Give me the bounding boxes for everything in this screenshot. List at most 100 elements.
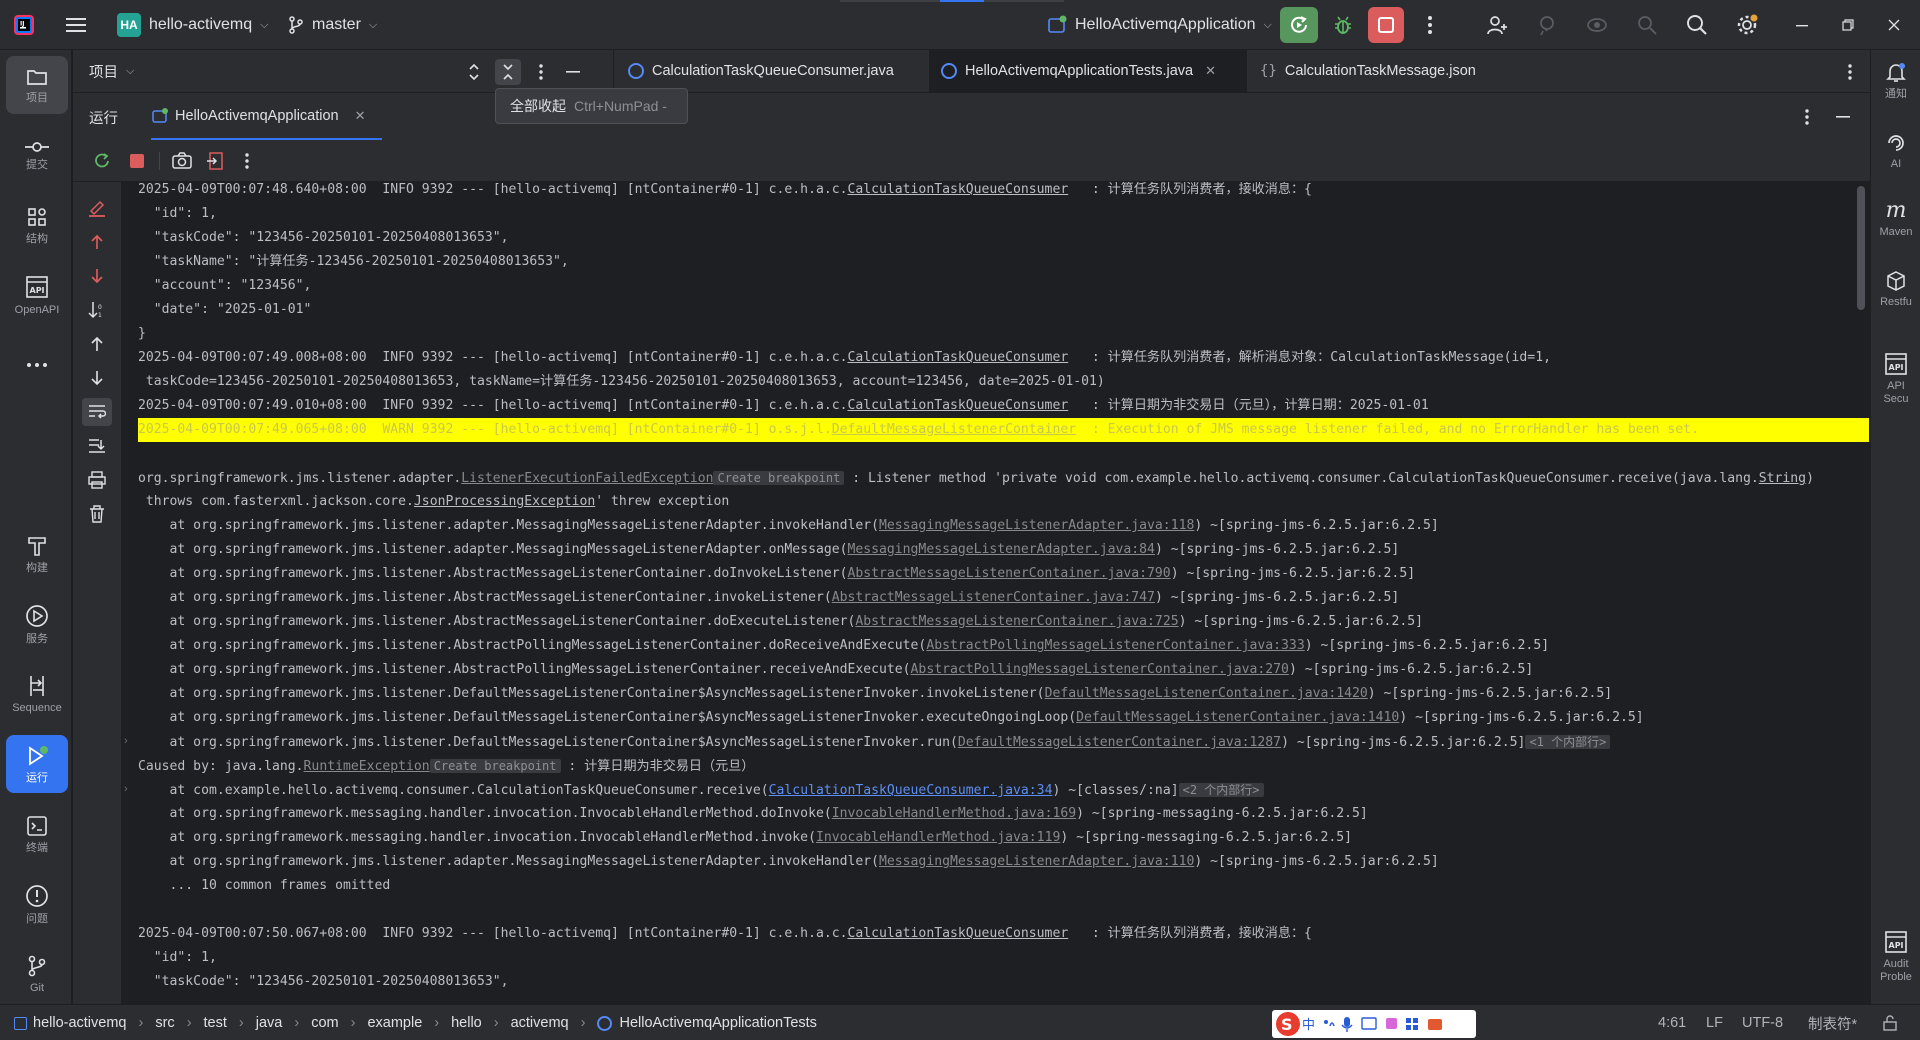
tool-project[interactable]: 项目	[6, 56, 68, 114]
tool-run[interactable]: 运行	[6, 735, 68, 793]
lock-icon[interactable]	[1880, 1013, 1900, 1033]
hide-run-panel-icon[interactable]	[1831, 106, 1855, 128]
rerun-icon[interactable]	[91, 150, 113, 172]
console-scrollbar[interactable]	[1857, 186, 1865, 310]
source-link[interactable]: MessagingMessageListenerAdapter.java:84	[847, 542, 1154, 557]
stop-icon[interactable]	[126, 150, 148, 172]
source-link[interactable]: AbstractPollingMessageListenerContainer.…	[911, 662, 1289, 677]
source-link[interactable]: DefaultMessageListenerContainer.java:128…	[958, 735, 1281, 750]
tool-notifications[interactable]: 通知	[1871, 62, 1920, 100]
tool-git[interactable]: Git	[6, 945, 68, 1003]
debug-icon[interactable]	[1328, 12, 1358, 38]
soft-wrap-icon[interactable]	[82, 398, 112, 426]
tool-problems[interactable]: 问题	[6, 875, 68, 933]
tool-ai[interactable]: AI	[1871, 132, 1920, 170]
source-link[interactable]: MessagingMessageListenerAdapter.java:110	[879, 854, 1194, 869]
rerun-button[interactable]	[1280, 7, 1318, 43]
code-review-icon[interactable]	[1583, 11, 1611, 39]
tool-sequence[interactable]: Sequence	[6, 665, 68, 723]
fold-arrow-icon[interactable]: ›	[124, 735, 128, 747]
settings-gear-icon[interactable]	[1733, 11, 1761, 39]
scroll-down-icon[interactable]	[85, 366, 109, 390]
indent-setting[interactable]: 制表符*	[1808, 1005, 1857, 1040]
search-user-icon[interactable]	[1633, 11, 1661, 39]
tool-maven[interactable]: m Maven	[1871, 200, 1920, 239]
source-link[interactable]: InvocableHandlerMethod.java:119	[816, 830, 1060, 845]
source-link[interactable]: AbstractMessageListenerContainer.java:74…	[832, 590, 1155, 605]
tool-openapi[interactable]: API OpenAPI	[6, 266, 68, 324]
trash-icon[interactable]	[85, 502, 109, 526]
source-link[interactable]: ListenerExecutionFailedException	[461, 471, 713, 486]
next-error-icon[interactable]	[85, 264, 109, 288]
console-output[interactable]: 2025-04-09T00:07:48.640+08:00 INFO 9392 …	[121, 182, 1870, 1004]
run-tab-hello-activemq-application[interactable]: HelloActivemqApplication ✕	[151, 93, 382, 141]
project-view-selector[interactable]: 项目 ⌵	[89, 50, 134, 92]
breadcrumb-item[interactable]: example	[367, 1015, 422, 1031]
breadcrumb-item[interactable]: test	[204, 1015, 227, 1031]
breadcrumb-item[interactable]: hello	[451, 1015, 482, 1031]
tab-calculation-task-message-json[interactable]: {} CalculationTaskMessage.json	[1254, 50, 1492, 92]
tool-restful[interactable]: Restfu	[1871, 270, 1920, 308]
close-tab-icon[interactable]: ✕	[1205, 63, 1216, 79]
tool-more[interactable]	[6, 336, 68, 394]
close-tab-icon[interactable]: ✕	[355, 108, 366, 124]
exit-icon[interactable]	[204, 150, 226, 172]
file-encoding[interactable]: UTF-8	[1742, 1005, 1783, 1040]
more-actions-icon[interactable]	[1420, 12, 1440, 38]
run-options-icon[interactable]	[1797, 106, 1817, 128]
breadcrumb-item[interactable]: hello-activemq	[33, 1015, 127, 1031]
source-link[interactable]: InvocableHandlerMethod.java:169	[832, 806, 1076, 821]
scroll-up-icon[interactable]	[85, 332, 109, 356]
stop-button[interactable]	[1368, 7, 1404, 43]
sort-icon[interactable]: 01	[85, 298, 109, 322]
caret-position[interactable]: 4:61	[1658, 1005, 1686, 1040]
source-link[interactable]: AbstractPollingMessageListenerContainer.…	[926, 638, 1304, 653]
tool-terminal[interactable]: 终端	[6, 805, 68, 863]
source-link[interactable]: CalculationTaskQueueConsumer.java:34	[769, 783, 1053, 798]
branch-switcher[interactable]: master ⌵	[288, 0, 377, 50]
intellij-logo-icon[interactable]: IJ	[12, 13, 36, 37]
source-link[interactable]: AbstractMessageListenerContainer.java:79…	[847, 566, 1170, 581]
hide-panel-icon[interactable]	[561, 61, 585, 83]
ime-toolbar[interactable]: S 中	[1272, 1010, 1476, 1038]
tool-build[interactable]: 构建	[6, 525, 68, 583]
source-link[interactable]: MessagingMessageListenerAdapter.java:118	[879, 518, 1194, 533]
project-switcher[interactable]: HA hello-activemq ⌵	[117, 0, 269, 50]
tool-structure[interactable]: 结构	[6, 196, 68, 254]
minimize-window-icon[interactable]	[1790, 13, 1814, 37]
breadcrumb-item[interactable]: com	[311, 1015, 338, 1031]
breadcrumb-item[interactable]: activemq	[511, 1015, 569, 1031]
tool-commit[interactable]: 提交	[6, 126, 68, 184]
options-icon[interactable]	[531, 61, 551, 83]
source-link[interactable]: AbstractMessageListenerContainer.java:72…	[855, 614, 1178, 629]
toolbar-more-icon[interactable]	[238, 150, 256, 172]
source-link[interactable]: DefaultMessageListenerContainer.java:142…	[1045, 686, 1368, 701]
tab-calculation-task-queue-consumer[interactable]: CalculationTaskQueueConsumer.java	[620, 50, 910, 92]
scroll-to-end-icon[interactable]	[85, 434, 109, 458]
prev-error-icon[interactable]	[85, 230, 109, 254]
assistant-icon[interactable]	[1533, 11, 1561, 39]
collapse-all-icon[interactable]	[495, 59, 521, 85]
tab-options-icon[interactable]	[1840, 61, 1860, 83]
breadcrumb-item[interactable]: java	[256, 1015, 283, 1031]
expand-all-icon[interactable]	[463, 61, 485, 83]
line-separator[interactable]: LF	[1706, 1005, 1723, 1040]
source-link[interactable]: DefaultMessageListenerContainer.java:141…	[1076, 710, 1399, 725]
search-icon[interactable]	[1683, 11, 1711, 39]
breadcrumb-item[interactable]: src	[155, 1015, 174, 1031]
print-icon[interactable]	[85, 468, 109, 492]
tab-hello-activemq-application-tests[interactable]: HelloActivemqApplicationTests.java ✕	[929, 50, 1247, 92]
tool-services[interactable]: 服务	[6, 595, 68, 653]
main-menu-icon[interactable]	[64, 13, 88, 37]
restore-window-icon[interactable]	[1836, 13, 1860, 37]
tool-api-security[interactable]: API API Secu	[1871, 352, 1920, 406]
breadcrumb-item[interactable]: HelloActivemqApplicationTests	[619, 1015, 816, 1031]
clear-highlight-icon[interactable]	[85, 196, 109, 220]
run-config-selector[interactable]: HelloActivemqApplication ⌵	[1047, 0, 1272, 50]
source-link[interactable]: RuntimeException	[304, 759, 430, 774]
fold-arrow-icon[interactable]: ›	[124, 783, 128, 795]
camera-icon[interactable]	[170, 150, 194, 172]
tool-audit[interactable]: API Audit Proble	[1871, 930, 1920, 984]
close-window-icon[interactable]	[1882, 13, 1906, 37]
add-user-icon[interactable]	[1483, 11, 1511, 39]
